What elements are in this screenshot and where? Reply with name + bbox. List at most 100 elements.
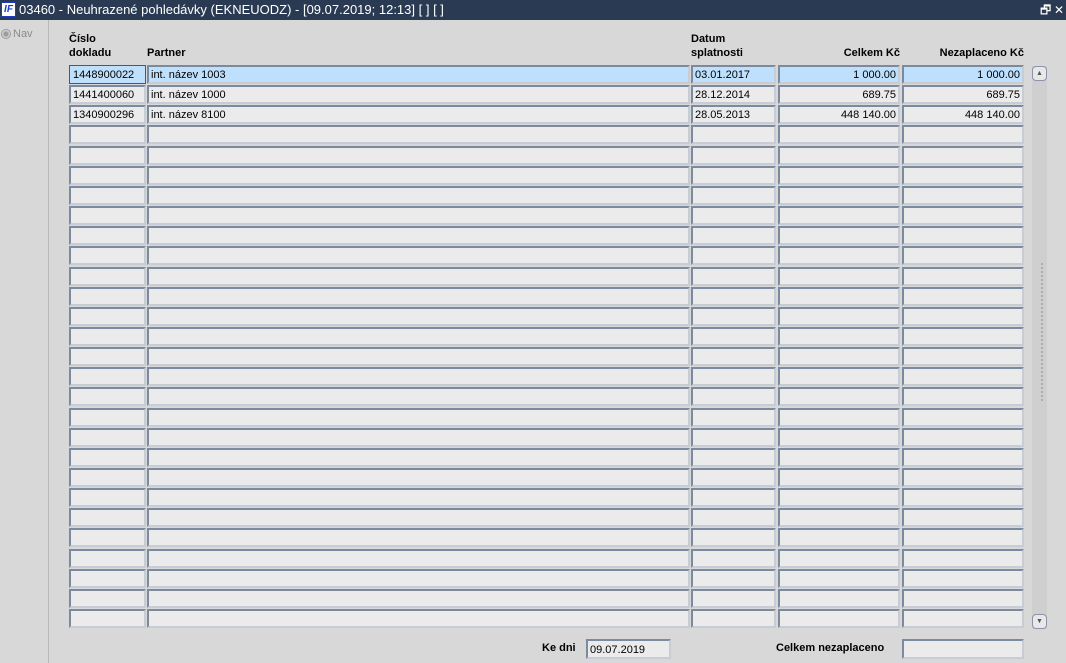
cell-doc[interactable] (69, 428, 146, 447)
cell-total[interactable] (778, 508, 900, 527)
cell-partner[interactable] (147, 508, 690, 527)
cell-due[interactable] (691, 448, 776, 467)
cell-unpaid[interactable] (902, 206, 1024, 225)
cell-total[interactable] (778, 408, 900, 427)
cell-total[interactable] (778, 549, 900, 568)
cell-due[interactable] (691, 347, 776, 366)
cell-doc[interactable] (69, 226, 146, 245)
cell-partner[interactable] (147, 387, 690, 406)
cell-total[interactable]: 1 000.00 (778, 65, 900, 84)
cell-unpaid[interactable] (902, 589, 1024, 608)
cell-total[interactable] (778, 125, 900, 144)
cell-doc[interactable] (69, 387, 146, 406)
cell-unpaid[interactable]: 689.75 (902, 85, 1024, 104)
cell-doc[interactable] (69, 186, 146, 205)
cell-total[interactable] (778, 166, 900, 185)
cell-due[interactable] (691, 166, 776, 185)
cell-total[interactable] (778, 589, 900, 608)
cell-partner[interactable] (147, 146, 690, 165)
cell-unpaid[interactable] (902, 387, 1024, 406)
cell-partner[interactable] (147, 589, 690, 608)
cell-partner[interactable] (147, 428, 690, 447)
cell-partner[interactable] (147, 287, 690, 306)
cell-partner[interactable] (147, 609, 690, 628)
cell-doc[interactable] (69, 267, 146, 286)
cell-total[interactable] (778, 246, 900, 265)
cell-unpaid[interactable] (902, 307, 1024, 326)
cell-partner[interactable] (147, 186, 690, 205)
cell-doc[interactable] (69, 508, 146, 527)
cell-partner[interactable] (147, 206, 690, 225)
cell-partner[interactable] (147, 528, 690, 547)
cell-unpaid[interactable] (902, 267, 1024, 286)
cell-total[interactable] (778, 146, 900, 165)
cell-total[interactable] (778, 428, 900, 447)
cell-unpaid[interactable] (902, 488, 1024, 507)
cell-due[interactable] (691, 146, 776, 165)
cell-unpaid[interactable] (902, 408, 1024, 427)
cell-doc[interactable] (69, 528, 146, 547)
cell-doc[interactable] (69, 307, 146, 326)
cell-total[interactable] (778, 488, 900, 507)
restore-icon[interactable]: 🗗 (1040, 0, 1051, 20)
cell-doc[interactable]: 1441400060 (69, 85, 146, 104)
cell-due[interactable] (691, 609, 776, 628)
cell-unpaid[interactable] (902, 125, 1024, 144)
cell-partner[interactable] (147, 347, 690, 366)
cell-unpaid[interactable] (902, 287, 1024, 306)
cell-partner[interactable] (147, 226, 690, 245)
cell-total[interactable] (778, 347, 900, 366)
cell-due[interactable] (691, 589, 776, 608)
cell-due[interactable] (691, 125, 776, 144)
cell-doc[interactable] (69, 125, 146, 144)
cell-total[interactable] (778, 448, 900, 467)
cell-due[interactable] (691, 488, 776, 507)
cell-unpaid[interactable] (902, 146, 1024, 165)
cell-partner[interactable]: int. název 1000 (147, 85, 690, 104)
cell-due[interactable] (691, 569, 776, 588)
cell-doc[interactable] (69, 327, 146, 346)
cell-total[interactable] (778, 327, 900, 346)
cell-total[interactable] (778, 226, 900, 245)
cell-due[interactable] (691, 307, 776, 326)
cell-doc[interactable] (69, 488, 146, 507)
cell-due[interactable] (691, 327, 776, 346)
cell-partner[interactable]: int. název 8100 (147, 105, 690, 124)
cell-doc[interactable] (69, 206, 146, 225)
cell-total[interactable] (778, 609, 900, 628)
cell-due[interactable] (691, 468, 776, 487)
cell-doc[interactable] (69, 287, 146, 306)
cell-unpaid[interactable] (902, 226, 1024, 245)
resize-grip-icon[interactable] (1040, 262, 1044, 402)
nav-radio[interactable]: Nav (1, 28, 33, 40)
cell-unpaid[interactable] (902, 246, 1024, 265)
cell-due[interactable] (691, 226, 776, 245)
cell-unpaid[interactable] (902, 549, 1024, 568)
cell-partner[interactable] (147, 408, 690, 427)
cell-due[interactable] (691, 287, 776, 306)
cell-doc[interactable] (69, 146, 146, 165)
cell-doc[interactable]: 1340900296 (69, 105, 146, 124)
cell-unpaid[interactable] (902, 367, 1024, 386)
cell-partner[interactable] (147, 327, 690, 346)
cell-total[interactable] (778, 387, 900, 406)
cell-partner[interactable] (147, 549, 690, 568)
cell-due[interactable] (691, 508, 776, 527)
cell-partner[interactable] (147, 488, 690, 507)
cell-partner[interactable] (147, 166, 690, 185)
cell-partner[interactable] (147, 307, 690, 326)
cell-due[interactable] (691, 428, 776, 447)
cell-doc[interactable] (69, 589, 146, 608)
cell-partner[interactable] (147, 448, 690, 467)
cell-due[interactable] (691, 387, 776, 406)
cell-unpaid[interactable] (902, 428, 1024, 447)
cell-doc[interactable] (69, 569, 146, 588)
cell-total[interactable] (778, 367, 900, 386)
cell-doc[interactable] (69, 367, 146, 386)
cell-unpaid[interactable] (902, 609, 1024, 628)
cell-unpaid[interactable] (902, 186, 1024, 205)
cell-total[interactable] (778, 287, 900, 306)
cell-due[interactable]: 28.12.2014 (691, 85, 776, 104)
cell-total[interactable] (778, 307, 900, 326)
cell-doc[interactable] (69, 549, 146, 568)
